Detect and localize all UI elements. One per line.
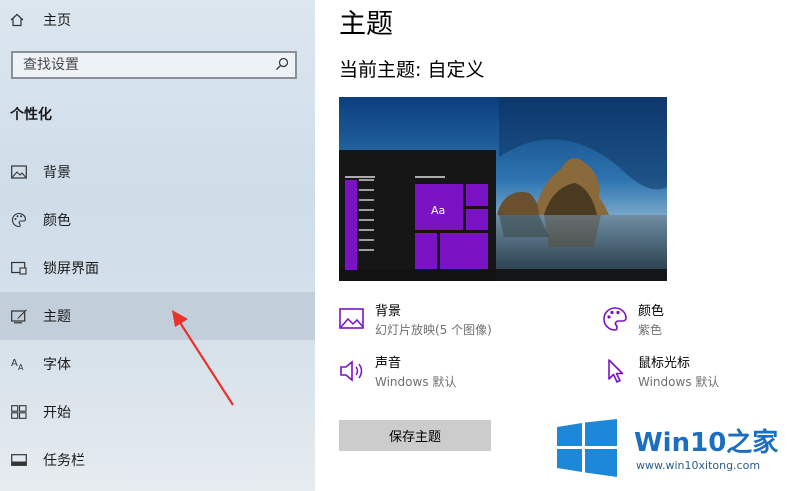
current-theme-label: 当前主题: 自定义 (339, 59, 485, 81)
picture-icon (339, 306, 365, 332)
sidebar-item-label: 颜色 (43, 213, 71, 229)
preview-tile-label: Aa (431, 204, 445, 217)
section-title: 个性化 (10, 107, 52, 123)
font-icon: AA (10, 355, 28, 373)
setting-colors[interactable]: 颜色 紫色 (602, 303, 664, 339)
picture-icon (10, 163, 28, 181)
sidebar-item-themes[interactable]: 主题 (0, 292, 315, 340)
search-input[interactable] (23, 57, 253, 73)
taskbar-icon (10, 451, 28, 469)
setting-background[interactable]: 背景 幻灯片放映(5 个图像) (339, 303, 492, 339)
sidebar-item-label: 任务栏 (43, 453, 85, 469)
palette-icon (602, 306, 628, 332)
sidebar-item-label: 字体 (43, 357, 71, 373)
setting-mouse-cursor[interactable]: 鼠标光标 Windows 默认 (602, 355, 719, 391)
sidebar-item-label: 锁屏界面 (43, 261, 99, 277)
watermark: Win10之家 www.win10xitong.com (556, 418, 788, 478)
watermark-brand-text: Win10 (634, 428, 727, 458)
sidebar-item-lockscreen[interactable]: 锁屏界面 (0, 244, 315, 292)
speaker-icon (339, 358, 365, 384)
theme-preview: Aa (339, 97, 667, 281)
lockscreen-icon (10, 259, 28, 277)
setting-title: 鼠标光标 (638, 356, 691, 371)
sidebar-item-label: 主题 (43, 309, 71, 325)
nav-home[interactable]: 主页 (10, 10, 71, 30)
setting-subtitle: 幻灯片放映(5 个图像) (375, 323, 492, 337)
watermark-brand: Win10之家 (634, 422, 778, 459)
setting-title: 背景 (375, 304, 402, 319)
sidebar-item-start[interactable]: 开始 (0, 388, 315, 436)
watermark-url: www.win10xitong.com (636, 459, 761, 472)
page-title: 主题 (339, 9, 393, 40)
settings-search-box[interactable] (11, 51, 297, 79)
svg-text:A: A (11, 358, 18, 369)
palette-icon (10, 211, 28, 229)
sidebar-item-label: 背景 (43, 165, 71, 181)
cursor-icon (602, 358, 628, 384)
theme-preview-image: Aa (339, 97, 667, 281)
sidebar-item-label: 开始 (43, 405, 71, 421)
settings-sidebar: 主页 个性化 背景 颜色 锁屏界面 主题 AA 字体 (0, 0, 315, 491)
setting-subtitle: Windows 默认 (375, 375, 457, 389)
save-theme-button[interactable]: 保存主题 (339, 420, 491, 451)
svg-text:A: A (18, 363, 24, 372)
annotation-arrow (172, 310, 234, 406)
search-icon[interactable] (275, 56, 289, 75)
windows-logo-icon (557, 419, 617, 477)
setting-subtitle: Windows 默认 (638, 375, 720, 389)
setting-title: 颜色 (638, 304, 665, 319)
sidebar-item-background[interactable]: 背景 (0, 148, 315, 196)
setting-subtitle: 紫色 (638, 323, 663, 337)
watermark-brand-suffix: 之家 (726, 428, 779, 458)
theme-icon (10, 307, 28, 325)
home-icon (10, 13, 26, 27)
setting-title: 声音 (375, 356, 402, 371)
start-icon (10, 403, 28, 421)
sidebar-item-taskbar[interactable]: 任务栏 (0, 436, 315, 484)
home-label: 主页 (43, 13, 71, 29)
sidebar-item-fonts[interactable]: AA 字体 (0, 340, 315, 388)
sidebar-item-colors[interactable]: 颜色 (0, 196, 315, 244)
setting-sounds[interactable]: 声音 Windows 默认 (339, 355, 456, 391)
